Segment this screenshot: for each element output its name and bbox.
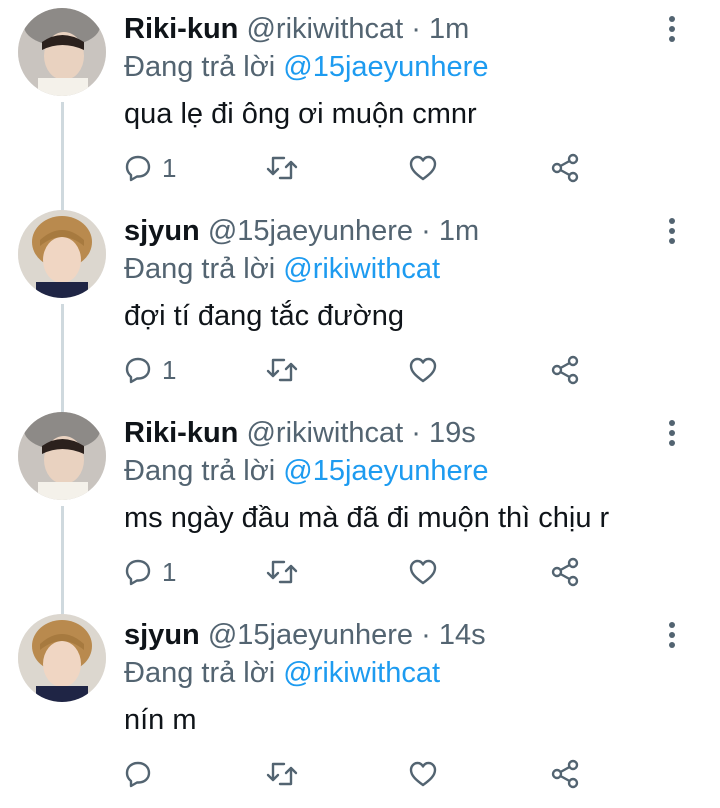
tweet-actions: 1 xyxy=(124,552,594,592)
tweet-header: sjyun @15jaeyunhere · 14s xyxy=(124,616,486,654)
avatar[interactable] xyxy=(18,412,106,500)
reply-count: 1 xyxy=(162,354,177,385)
more-vertical-icon[interactable] xyxy=(660,14,684,44)
user-name[interactable]: sjyun xyxy=(124,619,200,651)
reply-button[interactable] xyxy=(124,754,162,794)
tweet-text: qua lẹ đi ông ơi muộn cmnr xyxy=(124,98,477,130)
reply-prefix: Đang trả lời xyxy=(124,253,276,285)
share-button[interactable] xyxy=(550,552,580,592)
reply-count: 1 xyxy=(162,556,177,587)
share-icon xyxy=(550,759,580,789)
tweet-text: nín m xyxy=(124,704,197,736)
reply-button[interactable]: 1 xyxy=(124,552,176,592)
retweet-button[interactable] xyxy=(266,148,298,188)
tweet[interactable]: Riki-kun @rikiwithcat · 1m Đang trả lời … xyxy=(0,0,720,202)
reply-prefix: Đang trả lời xyxy=(124,51,276,83)
reply-icon xyxy=(124,558,152,586)
mention-link[interactable]: @15jaeyunhere xyxy=(283,51,488,83)
separator: · xyxy=(421,215,431,247)
timestamp[interactable]: 14s xyxy=(439,619,486,651)
timestamp[interactable]: 19s xyxy=(429,417,476,449)
tweet-header: Riki-kun @rikiwithcat · 1m xyxy=(124,10,469,48)
more-vertical-icon[interactable] xyxy=(660,620,684,650)
tweet-header: sjyun @15jaeyunhere · 1m xyxy=(124,212,479,250)
retweet-icon xyxy=(266,558,298,586)
user-handle[interactable]: @rikiwithcat xyxy=(246,417,403,449)
like-button[interactable] xyxy=(408,754,438,794)
like-button[interactable] xyxy=(408,148,438,188)
reply-prefix: Đang trả lời xyxy=(124,657,276,689)
retweet-icon xyxy=(266,356,298,384)
mention-link[interactable]: @15jaeyunhere xyxy=(283,455,488,487)
like-icon xyxy=(408,558,438,586)
reply-count: 1 xyxy=(162,152,177,183)
replying-to: Đang trả lời @rikiwithcat xyxy=(124,654,440,692)
reply-button[interactable]: 1 xyxy=(124,148,176,188)
tweet-text: đợi tí đang tắc đường xyxy=(124,300,404,332)
reply-prefix: Đang trả lời xyxy=(124,455,276,487)
share-button[interactable] xyxy=(550,350,580,390)
reply-button[interactable]: 1 xyxy=(124,350,176,390)
share-icon xyxy=(550,153,580,183)
reply-icon xyxy=(124,356,152,384)
tweet-header: Riki-kun @rikiwithcat · 19s xyxy=(124,414,476,452)
more-vertical-icon[interactable] xyxy=(660,216,684,246)
tweet[interactable]: Riki-kun @rikiwithcat · 19s Đang trả lời… xyxy=(0,404,720,606)
retweet-icon xyxy=(266,760,298,788)
replying-to: Đang trả lời @15jaeyunhere xyxy=(124,48,488,86)
like-icon xyxy=(408,154,438,182)
like-button[interactable] xyxy=(408,350,438,390)
avatar[interactable] xyxy=(18,8,106,96)
more-vertical-icon[interactable] xyxy=(660,418,684,448)
separator: · xyxy=(411,417,421,449)
like-icon xyxy=(408,760,438,788)
reply-icon xyxy=(124,760,152,788)
tweet[interactable]: sjyun @15jaeyunhere · 14s Đang trả lời @… xyxy=(0,606,720,808)
tweet-text: ms ngày đầu mà đã đi muộn thì chịu r xyxy=(124,502,610,534)
user-handle[interactable]: @15jaeyunhere xyxy=(208,619,413,651)
like-icon xyxy=(408,356,438,384)
avatar[interactable] xyxy=(18,614,106,702)
replying-to: Đang trả lời @rikiwithcat xyxy=(124,250,440,288)
mention-link[interactable]: @rikiwithcat xyxy=(283,253,440,285)
tweet-actions xyxy=(124,754,594,794)
tweet-actions: 1 xyxy=(124,350,594,390)
retweet-button[interactable] xyxy=(266,754,298,794)
avatar[interactable] xyxy=(18,210,106,298)
user-name[interactable]: sjyun xyxy=(124,215,200,247)
timestamp[interactable]: 1m xyxy=(439,215,479,247)
like-button[interactable] xyxy=(408,552,438,592)
timestamp[interactable]: 1m xyxy=(429,13,469,45)
share-icon xyxy=(550,355,580,385)
retweet-button[interactable] xyxy=(266,552,298,592)
share-button[interactable] xyxy=(550,148,580,188)
retweet-icon xyxy=(266,154,298,182)
mention-link[interactable]: @rikiwithcat xyxy=(283,657,440,689)
user-name[interactable]: Riki-kun xyxy=(124,417,238,449)
retweet-button[interactable] xyxy=(266,350,298,390)
tweet-actions: 1 xyxy=(124,148,594,188)
user-handle[interactable]: @rikiwithcat xyxy=(246,13,403,45)
reply-icon xyxy=(124,154,152,182)
tweet[interactable]: sjyun @15jaeyunhere · 1m Đang trả lời @r… xyxy=(0,202,720,404)
share-button[interactable] xyxy=(550,754,580,794)
separator: · xyxy=(411,13,421,45)
user-name[interactable]: Riki-kun xyxy=(124,13,238,45)
user-handle[interactable]: @15jaeyunhere xyxy=(208,215,413,247)
separator: · xyxy=(421,619,431,651)
share-icon xyxy=(550,557,580,587)
replying-to: Đang trả lời @15jaeyunhere xyxy=(124,452,488,490)
